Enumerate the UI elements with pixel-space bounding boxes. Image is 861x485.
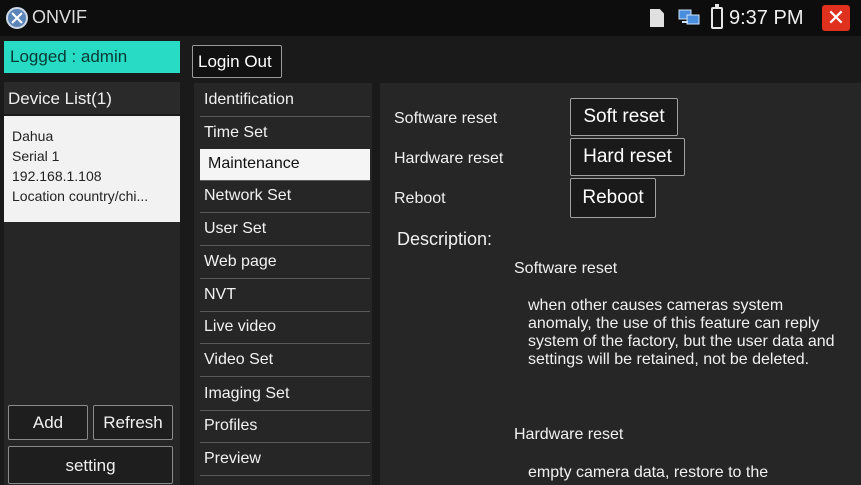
menu-item-profiles[interactable]: Profiles [200, 411, 370, 443]
menu-item-video-set[interactable]: Video Set [200, 345, 370, 377]
onvif-app-icon [6, 7, 28, 29]
device-list-title: Device List(1) [4, 82, 180, 114]
description-title: Description: [397, 229, 493, 249]
menu-item-user-set[interactable]: User Set [200, 214, 370, 246]
add-button[interactable]: Add [8, 405, 88, 440]
menu-item-live-video[interactable]: Live video [200, 312, 370, 344]
software-reset-label: Software reset [394, 110, 498, 127]
network-icon [678, 9, 700, 25]
title-bar: ONVIF 9:37 PM ✕ [0, 0, 861, 36]
hardware-reset-desc-title: Hardware reset [514, 426, 624, 443]
app-title: ONVIF [32, 7, 88, 27]
device-list-item[interactable]: Dahua Serial 1 192.168.1.108 Location co… [4, 116, 180, 222]
device-ip: 192.168.1.108 [12, 168, 102, 184]
logged-in-status: Logged : admin [4, 41, 180, 73]
close-icon[interactable]: ✕ [822, 5, 850, 31]
hardware-reset-label: Hardware reset [394, 150, 504, 167]
menu-item-nvt[interactable]: NVT [200, 280, 370, 312]
device-name: Dahua [12, 128, 54, 144]
hard-reset-button[interactable]: Hard reset [570, 138, 685, 176]
battery-icon [711, 4, 723, 29]
menu-item-network-set[interactable]: Network Set [200, 181, 370, 213]
refresh-button[interactable]: Refresh [93, 405, 173, 440]
sd-card-icon [650, 9, 664, 27]
reboot-button[interactable]: Reboot [570, 178, 656, 218]
reboot-label: Reboot [394, 190, 446, 207]
menu-item-imaging-set[interactable]: Imaging Set [200, 379, 370, 411]
device-serial: Serial 1 [12, 148, 60, 164]
menu-item-preview[interactable]: Preview [200, 444, 370, 476]
device-location: Location country/chi... [12, 188, 149, 204]
menu-item-maintenance[interactable]: Maintenance [200, 149, 370, 181]
software-reset-desc-title: Software reset [514, 260, 618, 277]
settings-menu: Identification Time Set Maintenance Netw… [194, 83, 372, 485]
software-reset-desc-text: when other causes cameras system anomaly… [528, 297, 835, 368]
login-out-button[interactable]: Login Out [192, 45, 282, 78]
soft-reset-button[interactable]: Soft reset [570, 98, 678, 136]
menu-item-web-page[interactable]: Web page [200, 247, 370, 279]
setting-button[interactable]: setting [8, 446, 173, 484]
menu-item-time-set[interactable]: Time Set [200, 118, 370, 150]
menu-item-identification[interactable]: Identification [200, 85, 370, 117]
hardware-reset-desc-text: empty camera data, restore to the [528, 464, 769, 481]
clock: 9:37 PM [729, 7, 804, 29]
